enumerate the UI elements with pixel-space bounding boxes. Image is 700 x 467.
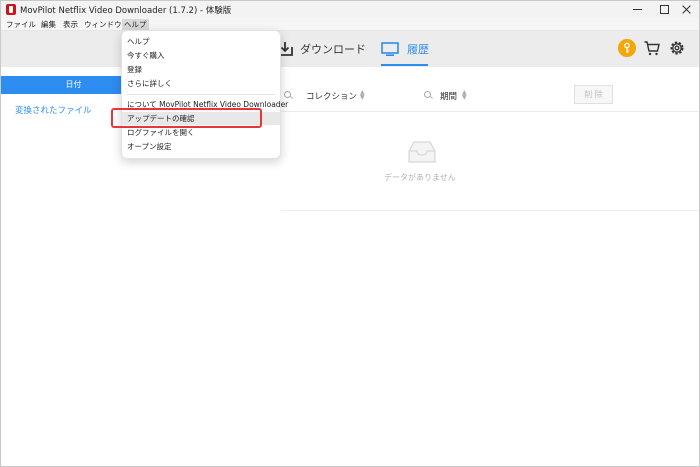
menu-edit[interactable]: 編集 <box>39 19 58 30</box>
app-window: MovPilot Netflix Video Downloader (1.7.2… <box>0 0 700 467</box>
menu-help[interactable]: ヘルプ <box>122 19 149 30</box>
history-tab-label: 履歴 <box>407 43 429 56</box>
cart-icon[interactable] <box>643 39 661 57</box>
title-bar: MovPilot Netflix Video Downloader (1.7.2… <box>1 1 699 18</box>
column-collection[interactable]: コレクション <box>306 90 357 102</box>
sort-icon[interactable]: ▲ ▼ <box>360 90 366 101</box>
history-tab[interactable]: 履歴 <box>381 39 429 59</box>
empty-inbox-icon <box>408 141 436 163</box>
help-dropdown-menu: ヘルプ 今すぐ購入 登録 さらに詳しく について MovPilot Netfli… <box>121 30 288 159</box>
column-duration[interactable]: 期間 <box>440 90 457 102</box>
minimize-button[interactable] <box>623 1 653 18</box>
monitor-icon <box>381 42 399 56</box>
window-title: MovPilot Netflix Video Downloader (1.7.2… <box>20 6 232 16</box>
download-tab-label: ダウンロード <box>300 43 366 56</box>
search-icon[interactable] <box>284 91 291 98</box>
sort-icon[interactable]: ▲ ▼ <box>462 90 468 101</box>
empty-state-message: データがありません <box>384 173 456 182</box>
menu-item-register[interactable]: 登録 <box>122 63 280 76</box>
download-tab[interactable]: ダウンロード <box>276 39 366 59</box>
menu-view[interactable]: 表示 <box>61 19 80 30</box>
menu-separator <box>127 94 275 95</box>
menu-item-learn-more[interactable]: さらに詳しく <box>122 77 280 90</box>
menu-file[interactable]: ファイル <box>4 19 38 30</box>
search-icon[interactable] <box>424 91 431 98</box>
menu-bar: ファイル 編集 表示 ウィンドウ ヘルプ <box>1 18 699 31</box>
app-logo-icon <box>6 4 16 15</box>
sidebar-item-converted-files[interactable]: 変換されたファイル <box>15 104 92 116</box>
close-button[interactable] <box>671 1 700 18</box>
highlight-annotation <box>111 108 262 128</box>
menu-item-help[interactable]: ヘルプ <box>122 35 280 48</box>
menu-item-buy-now[interactable]: 今すぐ購入 <box>122 49 280 62</box>
key-icon[interactable] <box>618 39 636 57</box>
delete-button[interactable]: 削 除 <box>574 85 613 104</box>
gear-icon[interactable] <box>668 39 686 57</box>
main-toolbar: ダウンロード 履歴 <box>1 31 699 67</box>
divider <box>281 210 699 211</box>
menu-window[interactable]: ウィンドウ <box>82 19 124 30</box>
menu-item-open-settings[interactable]: オープン設定 <box>122 140 280 153</box>
history-tab-indicator <box>381 64 428 66</box>
